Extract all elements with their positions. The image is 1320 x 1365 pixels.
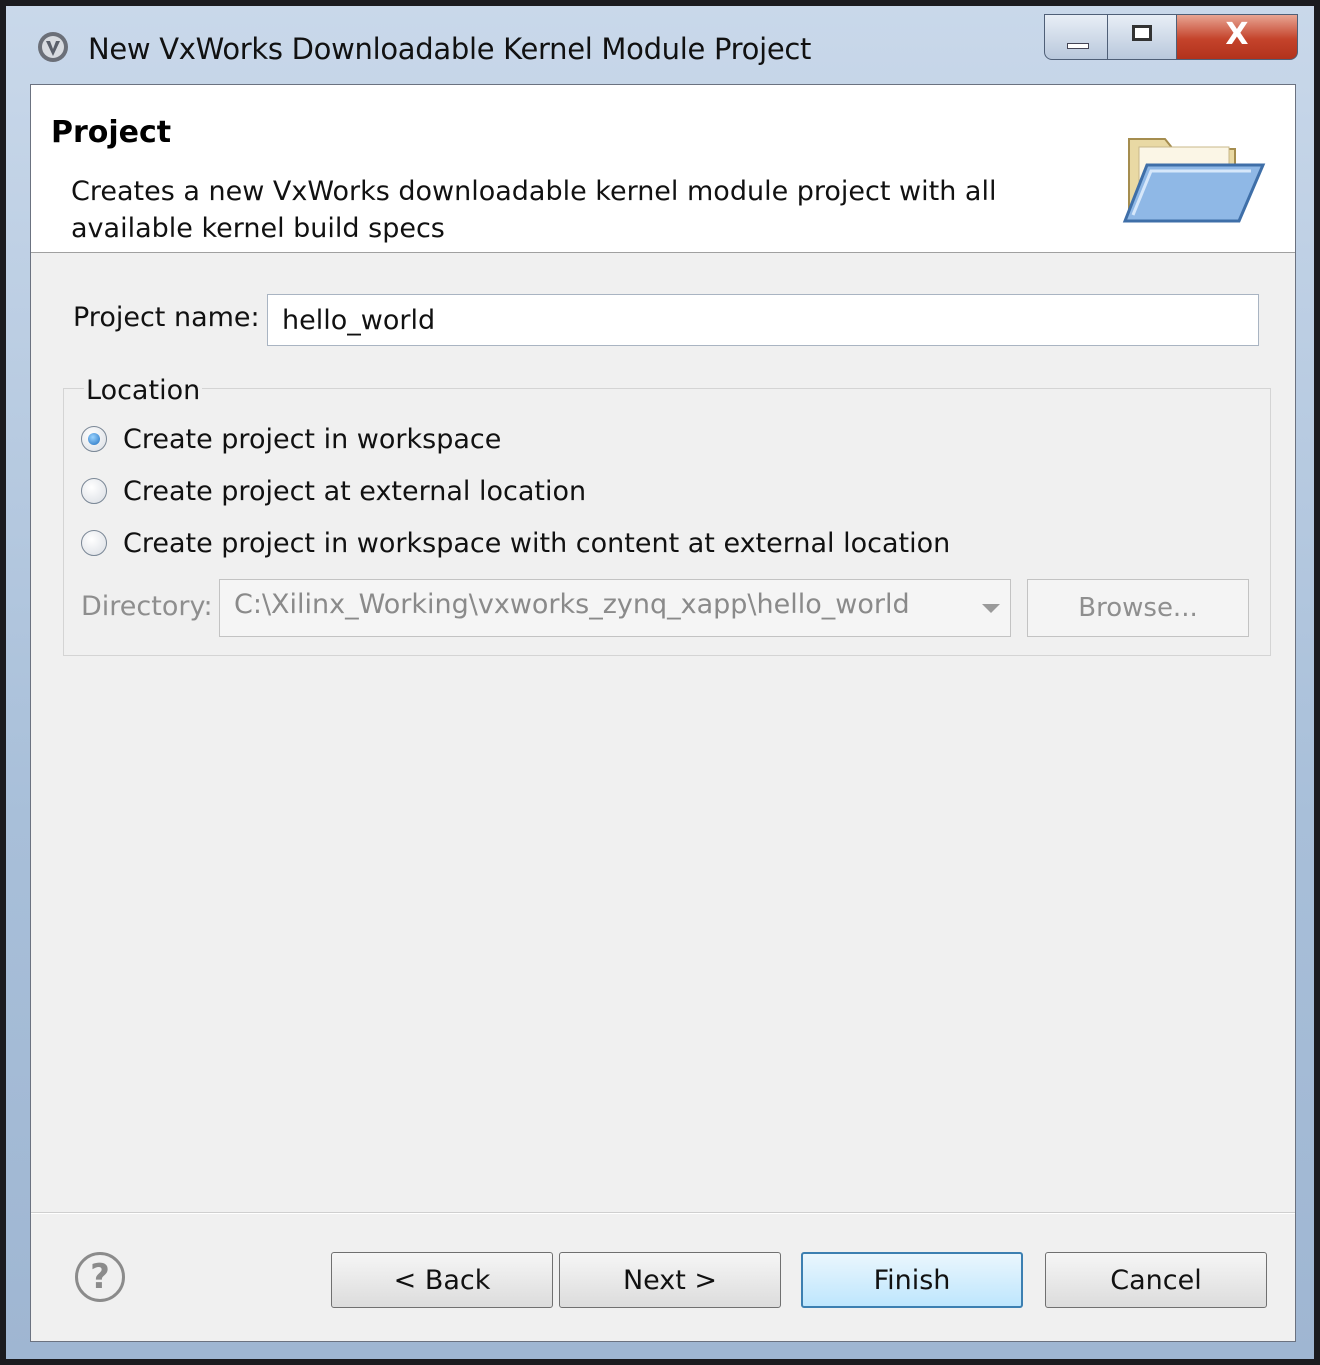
- directory-combobox[interactable]: C:\Xilinx_Working\vxworks_zynq_xapp\hell…: [219, 579, 1011, 637]
- window-controls: X: [1044, 14, 1298, 62]
- page-title: Project: [51, 115, 172, 150]
- maximize-button[interactable]: [1107, 14, 1177, 60]
- radio-workspace-external-content[interactable]: Create project in workspace with content…: [81, 524, 950, 562]
- back-button[interactable]: < Back: [331, 1252, 553, 1308]
- radio-label: Create project in workspace: [123, 423, 502, 455]
- title-bar[interactable]: New VxWorks Downloadable Kernel Module P…: [6, 6, 1314, 84]
- open-folder-icon: [1122, 138, 1266, 223]
- help-icon[interactable]: ?: [75, 1252, 125, 1302]
- chevron-down-icon[interactable]: [982, 604, 1000, 613]
- browse-button[interactable]: Browse...: [1027, 579, 1249, 637]
- footer-separator: [31, 1212, 1295, 1214]
- window-title: New VxWorks Downloadable Kernel Module P…: [88, 32, 812, 66]
- finish-button[interactable]: Finish: [801, 1252, 1023, 1308]
- location-group-label: Location: [84, 375, 203, 406]
- radio-button-selected[interactable]: [81, 426, 107, 452]
- close-icon: X: [1225, 17, 1249, 52]
- window-frame: New VxWorks Downloadable Kernel Module P…: [0, 0, 1320, 1365]
- radio-label: Create project in workspace with content…: [123, 527, 951, 559]
- project-name-input[interactable]: [267, 294, 1259, 346]
- page-description: Creates a new VxWorks downloadable kerne…: [71, 176, 997, 244]
- radio-button[interactable]: [81, 530, 107, 556]
- directory-value: C:\Xilinx_Working\vxworks_zynq_xapp\hell…: [234, 589, 910, 620]
- dialog-client-area: Project Creates a new VxWorks downloadab…: [30, 84, 1296, 1342]
- directory-label: Directory:: [81, 591, 213, 622]
- next-button[interactable]: Next >: [559, 1252, 781, 1308]
- project-name-label: Project name:: [73, 302, 260, 333]
- radio-button[interactable]: [81, 478, 107, 504]
- app-icon: [38, 32, 68, 62]
- minimize-icon: [1067, 43, 1089, 49]
- cancel-button[interactable]: Cancel: [1045, 1252, 1267, 1308]
- maximize-icon: [1132, 25, 1152, 41]
- close-button[interactable]: X: [1176, 14, 1298, 60]
- minimize-button[interactable]: [1044, 14, 1108, 60]
- radio-create-external[interactable]: Create project at external location: [81, 472, 586, 510]
- wizard-banner: Project Creates a new VxWorks downloadab…: [31, 85, 1295, 253]
- radio-label: Create project at external location: [123, 475, 587, 507]
- radio-create-in-workspace[interactable]: Create project in workspace: [81, 420, 501, 458]
